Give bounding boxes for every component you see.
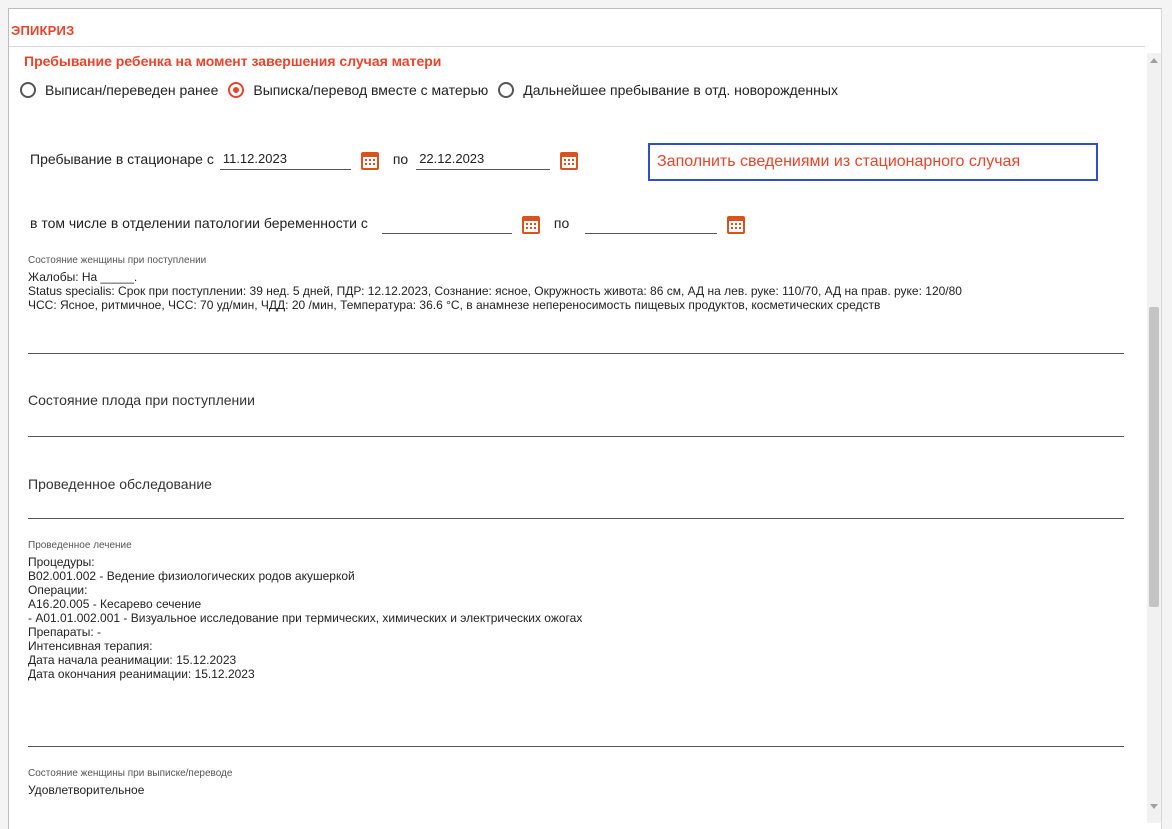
fetus-admission-field[interactable]: Состояние плода при поступлении [28, 392, 1124, 437]
radio-circle[interactable] [498, 82, 515, 98]
woman-admission-field[interactable]: Состояние женщины при поступлении Жалобы… [28, 255, 1124, 354]
woman-admission-label: Состояние женщины при поступлении [28, 255, 207, 266]
treatment-text: Процедуры: B02.001.002 - Ведение физиоло… [28, 555, 583, 681]
scrollbar-thumb[interactable] [1149, 307, 1159, 607]
section-title: ЭПИКРИЗ [11, 23, 75, 38]
calendar-icon[interactable] [360, 152, 379, 170]
hospital-stay-label: Пребывание в стационаре с [30, 151, 214, 167]
hospital-stay-row: Пребывание в стационаре с 11.12.2023 по … [30, 148, 592, 170]
pathology-stay-to-label: по [553, 215, 570, 231]
woman-discharge-label: Состояние женщины при выписке/переводе [28, 768, 233, 779]
child-stay-radio-group: Выписан/переведен ранее Выписка/перевод … [20, 82, 848, 98]
calendar-icon[interactable] [727, 216, 746, 234]
treatment-field[interactable]: Проведенное лечение Процедуры: B02.001.0… [28, 540, 1124, 747]
pathology-stay-label: в том числе в отделении патологии береме… [30, 215, 368, 231]
fill-from-hospital-case-button[interactable]: Заполнить сведениями из стационарного сл… [648, 143, 1098, 181]
radio-with-mother[interactable]: Выписка/перевод вместе с матерью [228, 82, 488, 98]
calendar-icon[interactable] [521, 216, 540, 234]
pathology-stay-from-field[interactable] [381, 212, 512, 234]
scroll-down-icon[interactable] [1150, 804, 1158, 809]
header-divider [9, 46, 1145, 47]
fetus-admission-label: Состояние плода при поступлении [28, 392, 255, 408]
woman-discharge-field[interactable]: Состояние женщины при выписке/переводе У… [28, 768, 1124, 828]
radio-label: Выписка/перевод вместе с матерью [253, 82, 489, 98]
child-stay-title: Пребывание ребенка на момент завершения … [24, 53, 442, 69]
radio-label: Выписан/переведен ранее [45, 82, 219, 98]
hospital-stay-to-field[interactable]: 22.12.2023 [416, 148, 551, 170]
woman-admission-text: Жалобы: На _____. Status specialis: Срок… [28, 270, 962, 312]
radio-newborn-department[interactable]: Дальнейшее пребывание в отд. новорожденн… [498, 82, 838, 98]
treatment-label: Проведенное лечение [28, 540, 132, 551]
radio-label: Дальнейшее пребывание в отд. новорожденн… [523, 82, 838, 98]
hospital-stay-to-label: по [392, 151, 409, 167]
woman-discharge-text: Удовлетворительное [28, 783, 145, 797]
radio-circle-selected[interactable] [228, 82, 245, 98]
pathology-stay-row: в том числе в отделении патологии береме… [30, 212, 759, 234]
examination-label: Проведенное обследование [28, 476, 212, 492]
calendar-icon[interactable] [560, 152, 579, 170]
scroll-up-icon[interactable] [1150, 58, 1158, 63]
examination-field[interactable]: Проведенное обследование [28, 476, 1124, 519]
radio-circle[interactable] [20, 82, 36, 98]
pathology-stay-to-field[interactable] [585, 212, 718, 234]
hospital-stay-from-field[interactable]: 11.12.2023 [219, 148, 351, 170]
radio-discharged-earlier[interactable]: Выписан/переведен ранее [20, 82, 218, 98]
